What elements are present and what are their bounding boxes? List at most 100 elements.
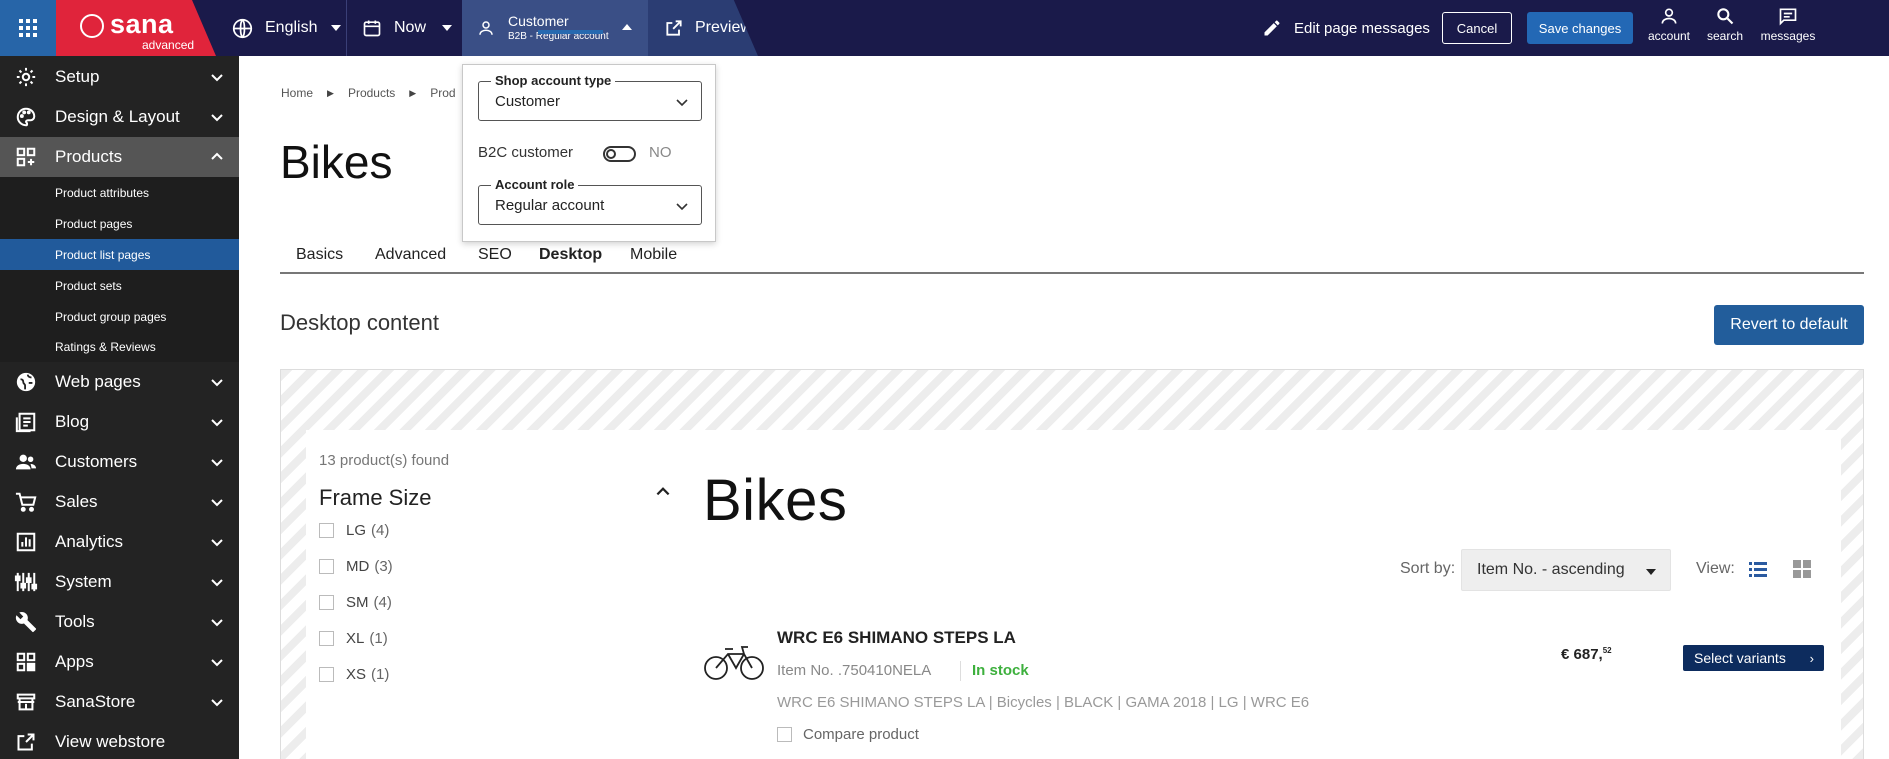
search-button[interactable]: search <box>1693 6 1757 50</box>
select-variants-label: Select variants <box>1694 650 1786 666</box>
system-icon <box>14 571 38 593</box>
customer-type-popup: Shop account type Customer B2C customer … <box>462 64 716 242</box>
b2c-customer-label: B2C customer <box>478 144 574 161</box>
save-changes-button[interactable]: Save changes <box>1527 12 1633 44</box>
breadcrumb-home[interactable]: Home <box>281 86 313 100</box>
breadcrumb-current[interactable]: Prod <box>430 86 455 100</box>
sidebar-item-products[interactable]: Products <box>0 137 239 177</box>
preview-button[interactable]: Preview <box>648 0 758 56</box>
sidebar-subitem-product-list-pages[interactable]: Product list pages <box>0 239 239 270</box>
external-link-icon <box>14 731 38 753</box>
list-view-icon[interactable] <box>1749 562 1767 578</box>
facet-option[interactable]: MD (3) <box>319 556 393 576</box>
product-list-title: Bikes <box>703 468 848 533</box>
sidebar-item-label: Products <box>55 147 123 166</box>
tab-basics[interactable]: Basics <box>296 246 343 264</box>
revert-to-default-button[interactable]: Revert to default <box>1714 305 1864 345</box>
sidebar-item-sales[interactable]: Sales <box>0 482 239 522</box>
select-variants-button[interactable]: Select variants › <box>1683 645 1824 671</box>
globe-icon <box>14 371 38 393</box>
compare-label: Compare product <box>803 726 919 743</box>
customer-selector[interactable]: Customer B2B - Regular account <box>462 0 648 56</box>
checkbox[interactable] <box>777 727 792 742</box>
products-found-count: 13 product(s) found <box>319 452 450 469</box>
blog-icon <box>14 411 38 433</box>
shop-account-type-select[interactable]: Shop account type Customer <box>478 73 702 121</box>
facet-option[interactable]: XS (1) <box>319 664 389 684</box>
sidebar-item-apps[interactable]: Apps <box>0 642 239 682</box>
account-role-select[interactable]: Account role Regular account <box>478 177 702 225</box>
sidebar-subitem-ratings-reviews[interactable]: Ratings & Reviews <box>0 332 239 362</box>
sana-logo-icon <box>80 14 104 38</box>
chevron-up-icon <box>622 24 632 30</box>
facet-count: (1) <box>371 665 390 683</box>
sidebar-item-label: Analytics <box>55 532 124 551</box>
messages-button[interactable]: messages <box>1756 6 1820 50</box>
product-name[interactable]: WRC E6 SHIMANO STEPS LA <box>777 628 1016 648</box>
chevron-up-icon[interactable] <box>654 482 672 500</box>
bike-product-image[interactable] <box>703 640 765 682</box>
sidebar-item-tools[interactable]: Tools <box>0 602 239 642</box>
sidebar-item-view-webstore[interactable]: View webstore <box>0 722 239 759</box>
sidebar-item-system[interactable]: System <box>0 562 239 602</box>
date-selector[interactable]: Now <box>362 0 453 56</box>
facet-count: (1) <box>369 629 388 647</box>
divider <box>960 661 961 681</box>
chevron-down-icon <box>676 99 688 107</box>
checkbox[interactable] <box>319 558 334 574</box>
checkbox[interactable] <box>319 666 334 682</box>
message-icon <box>1779 8 1797 26</box>
top-bar: sana advanced English Now Customer B2B -… <box>0 0 1889 56</box>
search-icon <box>1717 8 1734 25</box>
edit-page-messages-button[interactable]: Edit page messages <box>1262 0 1430 56</box>
sidebar-item-design-layout[interactable]: Design & Layout <box>0 97 239 137</box>
stock-status: In stock <box>972 662 1029 679</box>
sort-select[interactable]: Item No. - ascending <box>1461 549 1671 591</box>
sidebar-subitem-product-sets[interactable]: Product sets <box>0 270 239 301</box>
sidebar-item-label: Blog <box>55 412 90 431</box>
sidebar-subitem-product-group-pages[interactable]: Product group pages <box>0 301 239 332</box>
tab-seo[interactable]: SEO <box>478 246 512 264</box>
sidebar-item-blog[interactable]: Blog <box>0 402 239 442</box>
compare-product[interactable]: Compare product <box>777 726 919 743</box>
tab-mobile[interactable]: Mobile <box>630 246 677 264</box>
checkbox[interactable] <box>319 630 334 646</box>
sidebar-subitem-product-attributes[interactable]: Product attributes <box>0 177 239 208</box>
page-title: Bikes <box>280 136 393 188</box>
shop-account-type-value: Customer <box>495 93 561 110</box>
sidebar-subitem-product-pages[interactable]: Product pages <box>0 208 239 239</box>
facet-option[interactable]: SM (4) <box>319 592 392 612</box>
customers-icon <box>14 451 38 473</box>
facet-option[interactable]: LG (4) <box>319 520 389 540</box>
sidebar-item-label: View webstore <box>55 732 166 751</box>
chevron-down-icon <box>211 499 223 507</box>
sidebar-item-sanastore[interactable]: SanaStore <box>0 682 239 722</box>
price-main: € 687, <box>1561 646 1603 663</box>
sidebar-item-setup[interactable]: Setup <box>0 57 239 97</box>
cancel-button[interactable]: Cancel <box>1442 12 1512 44</box>
tab-desktop[interactable]: Desktop <box>539 246 602 264</box>
tab-advanced[interactable]: Advanced <box>375 246 446 264</box>
chevron-down-icon <box>211 419 223 427</box>
logo-edition: advanced <box>142 38 195 52</box>
grid-view-icon[interactable] <box>1793 560 1811 578</box>
breadcrumb-products[interactable]: Products <box>348 86 395 100</box>
account-button[interactable]: account <box>1637 6 1701 50</box>
sidebar-item-analytics[interactable]: Analytics <box>0 522 239 562</box>
apps-grid-button[interactable] <box>0 0 56 56</box>
language-selector[interactable]: English <box>232 0 342 56</box>
checkbox[interactable] <box>319 522 334 538</box>
chevron-right-icon: ▶ <box>409 87 417 98</box>
facet-label: XL <box>346 629 365 647</box>
sidebar-item-label: Setup <box>55 67 100 86</box>
chevron-down-icon <box>211 114 223 122</box>
sidebar-item-customers[interactable]: Customers <box>0 442 239 482</box>
sidebar-item-web-pages[interactable]: Web pages <box>0 362 239 402</box>
b2c-customer-toggle[interactable] <box>603 146 636 162</box>
shop-account-type-label: Shop account type <box>491 73 616 88</box>
checkbox[interactable] <box>319 594 334 610</box>
sana-logo[interactable]: sana advanced <box>56 0 216 56</box>
breadcrumb: Home ▶ Products ▶ Prod <box>281 86 456 100</box>
palette-icon <box>14 106 38 128</box>
facet-option[interactable]: XL (1) <box>319 628 388 648</box>
